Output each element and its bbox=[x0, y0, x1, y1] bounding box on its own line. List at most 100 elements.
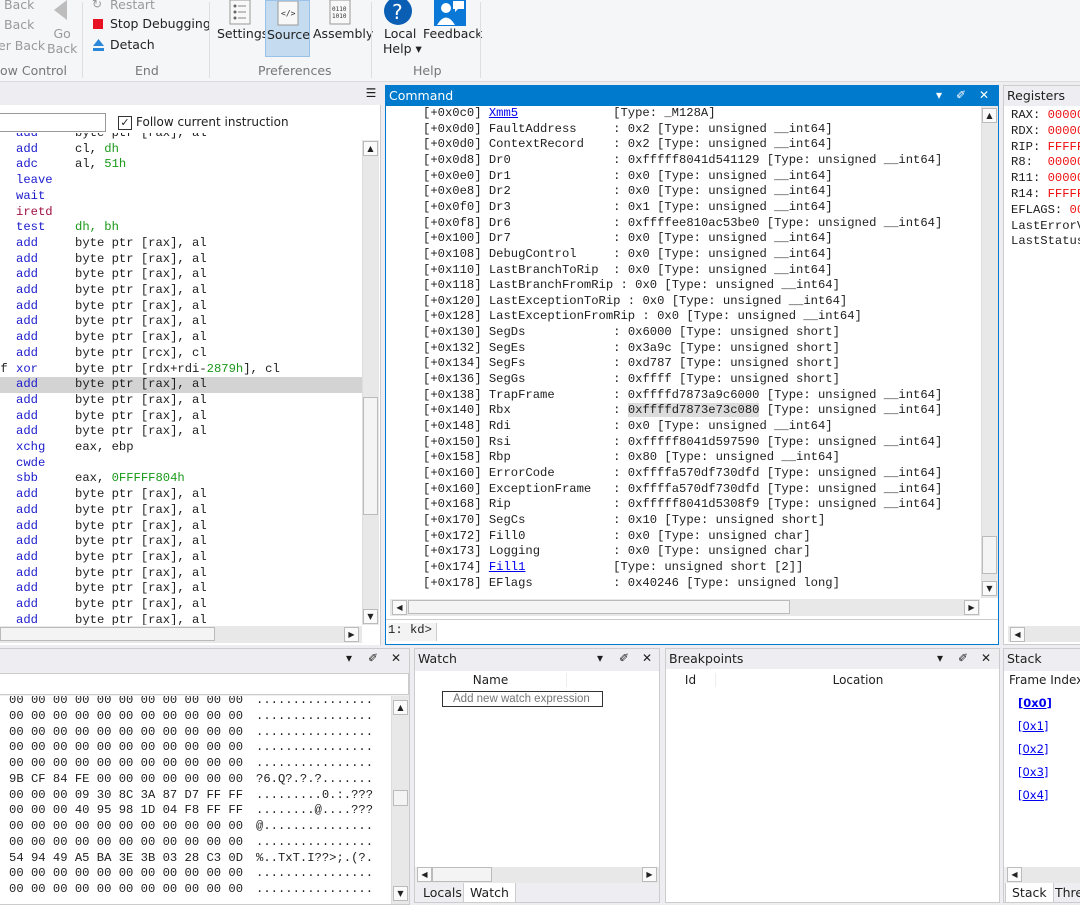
scroll-thumb[interactable] bbox=[408, 600, 790, 614]
scroll-down-button[interactable]: ▼ bbox=[982, 581, 997, 596]
disassembly-row[interactable]: add byte ptr [rax], al bbox=[0, 299, 362, 315]
command-hscrollbar[interactable]: ◀ ▶ bbox=[390, 599, 980, 616]
memory-vscrollbar[interactable]: ▲ ▼ bbox=[391, 696, 409, 904]
panel-menu-icon[interactable]: ☰ bbox=[364, 86, 378, 100]
register-value[interactable]: 00000 bbox=[1048, 108, 1080, 122]
watch-hscrollbar[interactable]: ◀ ▶ bbox=[417, 867, 659, 883]
watch-expression-input[interactable] bbox=[442, 691, 603, 707]
pin-icon[interactable]: ✐ bbox=[617, 651, 631, 665]
stack-hscrollbar[interactable]: ◀ bbox=[1007, 867, 1080, 883]
register-value[interactable]: 00000 bbox=[1048, 124, 1080, 138]
disassembly-row[interactable]: add byte ptr [rax], al bbox=[0, 393, 362, 409]
disassembly-row[interactable]: leave bbox=[0, 173, 362, 189]
tab-watch[interactable]: Watch bbox=[463, 883, 516, 903]
disassembly-row[interactable]: ffxor byte ptr [rdx+rdi-2879h], cl bbox=[0, 362, 362, 378]
dropdown-icon[interactable]: ▾ bbox=[342, 651, 356, 665]
command-output[interactable]: [+0x0c0] Xmm5 [Type: _M128A] [+0x0d0] Fau… bbox=[386, 106, 981, 598]
register-value[interactable]: 00000 bbox=[1048, 155, 1080, 169]
assembly-button[interactable]: 0110 1010 Assembly bbox=[312, 0, 373, 56]
scroll-right-button[interactable]: ▶ bbox=[964, 600, 979, 615]
go-back-button[interactable]: Go Back bbox=[47, 26, 77, 56]
disassembly-row[interactable]: add byte ptr [rax], al bbox=[0, 597, 362, 613]
memory-view[interactable]: 00 00 00 00 00 00 00 00 00 00 00........… bbox=[0, 696, 391, 904]
disassembly-row[interactable]: add byte ptr [rax], al bbox=[0, 252, 362, 268]
disassembly-row[interactable]: iretd bbox=[0, 205, 362, 221]
scroll-down-button[interactable]: ▼ bbox=[363, 609, 378, 624]
memory-address-input[interactable] bbox=[0, 673, 409, 695]
step-over-back-button[interactable]: er Back bbox=[0, 38, 45, 53]
disassembly-row[interactable]: add byte ptr [rax], al bbox=[0, 424, 362, 440]
scroll-down-button[interactable]: ▼ bbox=[393, 886, 408, 901]
field-link[interactable]: Xmm5 bbox=[489, 106, 518, 120]
tab-stack[interactable]: Stack bbox=[1005, 883, 1054, 903]
close-icon[interactable]: ✕ bbox=[977, 88, 991, 102]
stack-frame-link[interactable]: [0x0] bbox=[1018, 696, 1052, 710]
disassembly-row[interactable]: add byte ptr [rax], al bbox=[0, 236, 362, 252]
disassembly-row[interactable]: xchg eax, ebp bbox=[0, 440, 362, 456]
stack-frame-link[interactable]: [0x1] bbox=[1018, 719, 1048, 733]
disassembly-row[interactable]: add byte ptr [rax], al bbox=[0, 581, 362, 597]
disassembly-row[interactable]: add byte ptr [rax], al bbox=[0, 503, 362, 519]
disassembly-row[interactable]: add byte ptr [rax], al bbox=[0, 267, 362, 283]
scroll-left-button[interactable]: ◀ bbox=[392, 600, 407, 615]
disassembly-row[interactable]: cwde bbox=[0, 456, 362, 472]
disassembly-row[interactable]: sbb eax, 0FFFFF804h bbox=[0, 471, 362, 487]
disassembly-row[interactable]: test dh, bh bbox=[0, 220, 362, 236]
register-value[interactable]: FFFFF bbox=[1048, 140, 1080, 154]
scroll-up-button[interactable]: ▲ bbox=[393, 700, 408, 715]
pin-icon[interactable]: ✐ bbox=[954, 88, 968, 102]
tab-locals[interactable]: Locals bbox=[417, 883, 468, 903]
scroll-thumb[interactable] bbox=[393, 790, 408, 806]
disassembly-vscrollbar[interactable]: ▲ ▼ bbox=[362, 140, 379, 625]
disassembly-row[interactable]: add byte ptr [rax], al bbox=[0, 314, 362, 330]
source-button[interactable]: </> Source bbox=[265, 0, 310, 57]
scroll-left-button[interactable]: ◀ bbox=[1007, 867, 1022, 882]
close-icon[interactable]: ✕ bbox=[389, 651, 403, 665]
field-link[interactable]: Fill1 bbox=[489, 560, 526, 574]
disassembly-row[interactable]: add cl, dh bbox=[0, 142, 362, 158]
disassembly-row[interactable]: add byte ptr [rax], al bbox=[0, 534, 362, 550]
restart-button[interactable]: Restart bbox=[110, 0, 155, 12]
disassembly-row[interactable]: add byte ptr [rcx], cl bbox=[0, 346, 362, 362]
stack-frame-link[interactable]: [0x2] bbox=[1018, 742, 1048, 756]
disassembly-row[interactable]: add byte ptr [rax], al bbox=[0, 133, 362, 142]
settings-button[interactable]: Settings bbox=[216, 0, 268, 56]
scroll-right-button[interactable]: ▶ bbox=[642, 867, 657, 882]
disassembly-row[interactable]: add byte ptr [rax], al bbox=[0, 283, 362, 299]
close-icon[interactable]: ✕ bbox=[640, 651, 654, 665]
column-header-location[interactable]: Location bbox=[717, 673, 999, 687]
scroll-left-button[interactable]: ◀ bbox=[1010, 627, 1025, 642]
register-value[interactable]: FFFFF bbox=[1048, 187, 1080, 201]
scroll-thumb[interactable] bbox=[982, 536, 997, 574]
disassembly-row[interactable]: wait bbox=[0, 189, 362, 205]
disassembly-row[interactable]: add byte ptr [rax], al bbox=[0, 519, 362, 535]
scroll-up-button[interactable]: ▲ bbox=[363, 141, 378, 156]
close-icon[interactable]: ✕ bbox=[979, 651, 993, 665]
column-header-name[interactable]: Name bbox=[415, 673, 567, 687]
scroll-thumb[interactable] bbox=[0, 627, 215, 641]
dropdown-icon[interactable]: ▾ bbox=[593, 651, 607, 665]
disassembly-row[interactable]: add byte ptr [rax], al bbox=[0, 409, 362, 425]
pin-icon[interactable]: ✐ bbox=[366, 651, 380, 665]
scroll-right-button[interactable]: ▶ bbox=[344, 627, 359, 642]
disassembly-row[interactable]: add byte ptr [rax], al bbox=[0, 550, 362, 566]
command-input[interactable] bbox=[438, 621, 996, 642]
column-header-frame-index[interactable]: Frame Index bbox=[1009, 673, 1080, 687]
disassembly-row[interactable]: add byte ptr [rax], al bbox=[0, 487, 362, 503]
disassembly-row[interactable]: add byte ptr [rax], al bbox=[0, 566, 362, 582]
disassembly-hscrollbar[interactable]: ▶ bbox=[0, 626, 362, 643]
registers-hscrollbar[interactable]: ◀ bbox=[1008, 626, 1080, 642]
dropdown-icon[interactable]: ▾ bbox=[933, 651, 947, 665]
stop-debugging-button[interactable]: Stop Debugging bbox=[110, 16, 211, 31]
disassembly-row[interactable]: add byte ptr [rax], al bbox=[0, 613, 362, 625]
stack-frame-link[interactable]: [0x3] bbox=[1018, 765, 1048, 779]
scroll-up-button[interactable]: ▲ bbox=[982, 108, 997, 123]
feedback-button[interactable]: Feedback bbox=[422, 0, 483, 56]
stack-frame-link[interactable]: [0x4] bbox=[1018, 788, 1048, 802]
disassembly-view[interactable]: add byte ptr [rax], al add cl, dh adc al, 51h… bbox=[0, 133, 362, 625]
disassembly-row[interactable]: adc al, 51h bbox=[0, 157, 362, 173]
column-header-id[interactable]: Id bbox=[666, 673, 716, 687]
pin-icon[interactable]: ✐ bbox=[956, 651, 970, 665]
back-button[interactable]: Back bbox=[4, 0, 34, 12]
disassembly-row[interactable]: add byte ptr [rax], al bbox=[0, 330, 362, 346]
